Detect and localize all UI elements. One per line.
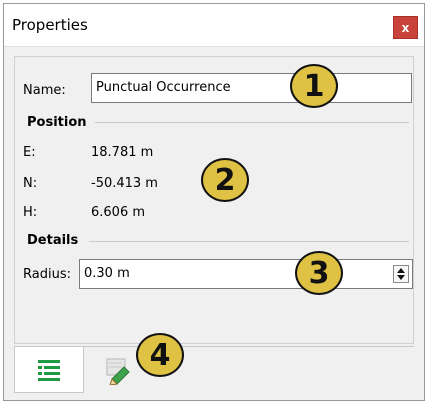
radius-label: Radius: bbox=[23, 267, 71, 282]
properties-panel: Name: Punctual Occurrence Position E: 18… bbox=[14, 56, 414, 344]
tab-bar: 4 bbox=[14, 333, 414, 393]
list-icon bbox=[38, 359, 60, 381]
radius-field[interactable]: 0.30 m bbox=[79, 259, 413, 289]
position-h-value: 6.606 m bbox=[91, 205, 146, 220]
position-divider bbox=[95, 122, 409, 123]
list-view-tab[interactable] bbox=[14, 347, 84, 393]
position-e-value: 18.781 m bbox=[91, 145, 154, 160]
position-h-label: H: bbox=[23, 205, 38, 220]
name-field[interactable]: Punctual Occurrence bbox=[91, 73, 412, 103]
title-bar: Properties x bbox=[4, 4, 424, 47]
details-section-title: Details bbox=[27, 233, 79, 248]
details-divider bbox=[89, 241, 409, 242]
close-button[interactable]: x bbox=[393, 16, 418, 39]
spinner-down-icon[interactable] bbox=[397, 275, 405, 280]
position-n-label: N: bbox=[23, 176, 38, 191]
dialog-title: Properties bbox=[12, 16, 88, 34]
name-label: Name: bbox=[23, 83, 66, 98]
callout-1: 1 bbox=[290, 64, 338, 108]
callout-3: 3 bbox=[295, 251, 343, 295]
position-n-value: -50.413 m bbox=[91, 176, 158, 191]
callout-4: 4 bbox=[136, 333, 184, 377]
position-e-label: E: bbox=[23, 145, 36, 160]
radius-spinner[interactable] bbox=[393, 265, 409, 283]
properties-dialog: Properties x Name: Punctual Occurrence P… bbox=[3, 3, 425, 401]
pencil-icon bbox=[106, 358, 130, 385]
callout-2: 2 bbox=[201, 158, 249, 202]
spinner-up-icon[interactable] bbox=[397, 268, 405, 273]
position-section-title: Position bbox=[27, 115, 87, 130]
